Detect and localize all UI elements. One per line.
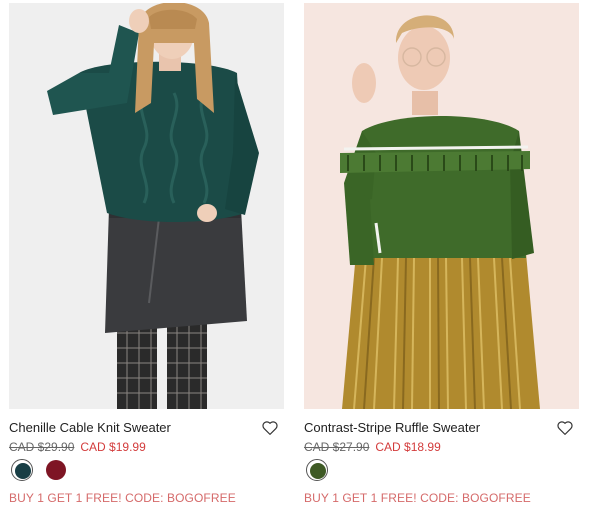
price-row: CAD $29.90 CAD $19.99 — [9, 440, 146, 455]
swatch-color-dot — [310, 463, 326, 479]
original-price: CAD $29.90 — [9, 440, 75, 454]
product-photo-ruffle-sweater — [304, 3, 579, 409]
product-name[interactable]: Contrast-Stripe Ruffle Sweater — [304, 420, 544, 436]
promo-text: BUY 1 GET 1 FREE! CODE: BOGOFREE — [9, 491, 236, 505]
product-card: Contrast-Stripe Ruffle Sweater CAD $27.9… — [304, 0, 579, 517]
wishlist-heart-icon[interactable] — [556, 419, 574, 437]
promo-text: BUY 1 GET 1 FREE! CODE: BOGOFREE — [304, 491, 531, 505]
price-row: CAD $27.90 CAD $18.99 — [304, 440, 441, 455]
product-grid: Chenille Cable Knit Sweater CAD $29.90 CA… — [0, 0, 589, 517]
sale-price: CAD $19.99 — [80, 440, 146, 454]
product-image[interactable] — [9, 3, 284, 409]
color-swatch-green[interactable] — [306, 459, 328, 481]
swatch-color-dot — [46, 460, 66, 480]
color-swatch-burgundy[interactable] — [45, 459, 67, 481]
original-price: CAD $27.90 — [304, 440, 370, 454]
sale-price: CAD $18.99 — [375, 440, 441, 454]
color-swatch-teal[interactable] — [11, 459, 33, 481]
product-card: Chenille Cable Knit Sweater CAD $29.90 CA… — [9, 0, 284, 517]
wishlist-heart-icon[interactable] — [261, 419, 279, 437]
swatch-color-dot — [15, 463, 31, 479]
product-name[interactable]: Chenille Cable Knit Sweater — [9, 420, 249, 436]
product-image[interactable] — [304, 3, 579, 409]
product-photo-chenille-sweater — [9, 3, 284, 409]
